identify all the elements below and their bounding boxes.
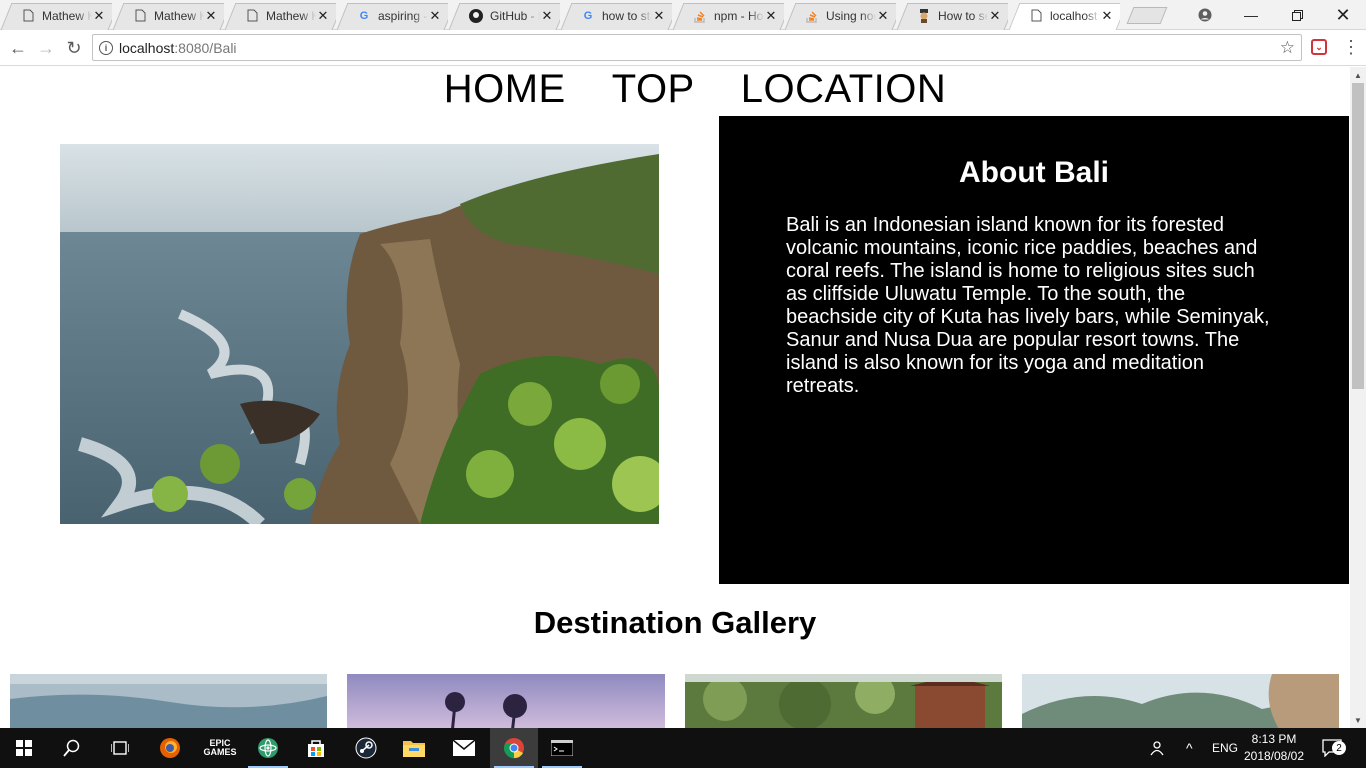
browser-tab[interactable]: How to se ✕ — [896, 1, 1008, 30]
restore-button[interactable] — [1274, 0, 1320, 30]
gallery-image[interactable] — [347, 674, 665, 728]
terminal-icon[interactable] — [538, 728, 586, 768]
gallery-image[interactable] — [685, 674, 1002, 728]
page-scrollbar[interactable]: ▲ ▼ — [1350, 67, 1366, 728]
site-info-icon[interactable]: i — [99, 40, 113, 55]
browser-tab[interactable]: Mathew K ✕ — [224, 1, 336, 30]
browser-tab[interactable]: GitHub - l ✕ — [448, 1, 560, 30]
tab-title: Using noc — [826, 8, 876, 23]
search-icon[interactable] — [48, 728, 96, 768]
browser-toolbar: ← → ↻ i localhost:8080/Bali ☆ ⌄ ⋮ — [0, 30, 1366, 66]
browser-tab[interactable]: G aspiring - ✕ — [336, 1, 448, 30]
close-tab-icon[interactable]: ✕ — [540, 8, 554, 24]
firefox-icon[interactable] — [146, 728, 194, 768]
page-viewport: HOME TOP LOCATION About Bali Bali is an … — [0, 67, 1350, 728]
url-host: localhost — [119, 39, 175, 56]
windows-taskbar: EPIC GAMES ^ ENG 8:13 PM 2018/08/02 2 — [0, 728, 1366, 768]
google-icon: G — [583, 9, 593, 22]
scroll-down-arrow-icon[interactable]: ▼ — [1350, 712, 1366, 728]
address-bar[interactable]: i localhost:8080/Bali ☆ — [92, 34, 1302, 61]
language-indicator[interactable]: ENG — [1212, 728, 1238, 768]
mail-icon[interactable] — [440, 728, 488, 768]
close-tab-icon[interactable]: ✕ — [204, 8, 218, 24]
tab-title: GitHub - l — [490, 8, 540, 23]
page-icon — [20, 8, 36, 24]
epic-games-icon[interactable]: EPIC GAMES — [196, 728, 244, 768]
browser-tab[interactable]: Mathew K ✕ — [112, 1, 224, 30]
start-icon[interactable] — [0, 728, 48, 768]
action-center-icon[interactable]: 2 — [1322, 728, 1346, 768]
tab-title: How to se — [938, 8, 988, 23]
about-panel: About Bali Bali is an Indonesian island … — [719, 116, 1349, 584]
close-tab-icon[interactable]: ✕ — [92, 8, 106, 24]
browser-tab-active[interactable]: localhost: ✕ — [1008, 1, 1120, 30]
gallery-image[interactable] — [10, 674, 327, 728]
pocket-extension-icon[interactable]: ⌄ — [1311, 39, 1327, 55]
url-path: :8080/Bali — [174, 39, 237, 56]
profile-icon[interactable] — [1182, 0, 1228, 30]
stackoverflow-icon — [692, 8, 708, 24]
close-tab-icon[interactable]: ✕ — [764, 8, 778, 24]
close-tab-icon[interactable]: ✕ — [652, 8, 666, 24]
task-view-icon[interactable] — [96, 728, 144, 768]
close-tab-icon[interactable]: ✕ — [428, 8, 442, 24]
google-icon: G — [359, 9, 369, 22]
bookmark-star-icon[interactable]: ☆ — [1280, 38, 1295, 58]
site-nav: HOME TOP LOCATION — [0, 67, 1350, 113]
tab-title: how to sta — [602, 8, 652, 23]
chevron-up-icon[interactable]: ^ — [1186, 728, 1193, 768]
tab-title: Mathew K — [154, 8, 204, 23]
new-tab-button[interactable] — [1126, 7, 1168, 24]
github-icon — [468, 8, 484, 24]
tab-title: localhost: — [1050, 8, 1100, 23]
bali-cliff-image — [60, 144, 659, 524]
gallery-title: Destination Gallery — [533, 605, 817, 640]
browser-menu-icon[interactable]: ⋮ — [1342, 37, 1360, 58]
back-arrow-icon[interactable]: ← — [6, 36, 30, 60]
page-icon — [1028, 8, 1044, 24]
tab-title: Mathew K — [266, 8, 316, 23]
tab-title: aspiring - — [378, 8, 428, 23]
page-icon — [132, 8, 148, 24]
store-icon[interactable] — [292, 728, 340, 768]
about-text: Bali is an Indonesian island known for i… — [786, 214, 1270, 397]
browser-tab[interactable]: npm - Ho ✕ — [672, 1, 784, 30]
atom-icon[interactable] — [244, 728, 292, 768]
clock-time: 8:13 PM — [1251, 732, 1297, 746]
nav-location-link[interactable]: LOCATION — [741, 67, 947, 113]
stackoverflow-icon — [804, 8, 820, 24]
close-tab-icon[interactable]: ✕ — [1100, 8, 1114, 24]
people-icon[interactable] — [1148, 728, 1166, 768]
close-tab-icon[interactable]: ✕ — [876, 8, 890, 24]
page-icon — [244, 8, 260, 24]
nav-top-link[interactable]: TOP — [612, 67, 695, 113]
browser-tab[interactable]: Mathew K ✕ — [0, 1, 112, 30]
about-title: About Bali — [959, 156, 1109, 189]
avatar-icon — [916, 8, 932, 24]
clock-date: 2018/08/02 — [1243, 749, 1305, 763]
steam-icon[interactable] — [342, 728, 390, 768]
close-tab-icon[interactable]: ✕ — [988, 8, 1002, 24]
notification-count: 2 — [1332, 741, 1346, 755]
scrollbar-thumb[interactable] — [1352, 83, 1364, 389]
browser-tab[interactable]: Using noc ✕ — [784, 1, 896, 30]
close-window-button[interactable]: ✕ — [1320, 0, 1366, 30]
forward-arrow-icon[interactable]: → — [34, 36, 58, 60]
tab-title: Mathew K — [42, 8, 92, 23]
close-tab-icon[interactable]: ✕ — [316, 8, 330, 24]
reload-icon[interactable]: ↻ — [62, 36, 86, 60]
file-explorer-icon[interactable] — [390, 728, 438, 768]
tab-title: npm - Ho — [714, 8, 764, 23]
browser-tab[interactable]: G how to sta ✕ — [560, 1, 672, 30]
taskbar-clock[interactable]: 8:13 PM 2018/08/02 — [1240, 731, 1308, 765]
nav-home-link[interactable]: HOME — [444, 67, 566, 113]
chrome-icon[interactable] — [490, 728, 538, 768]
minimize-button[interactable]: — — [1228, 0, 1274, 30]
scroll-up-arrow-icon[interactable]: ▲ — [1350, 67, 1366, 83]
browser-tab-strip: Mathew K ✕ Mathew K ✕ Mathew K ✕ G aspir… — [0, 0, 1366, 30]
gallery-image[interactable] — [1022, 674, 1339, 728]
